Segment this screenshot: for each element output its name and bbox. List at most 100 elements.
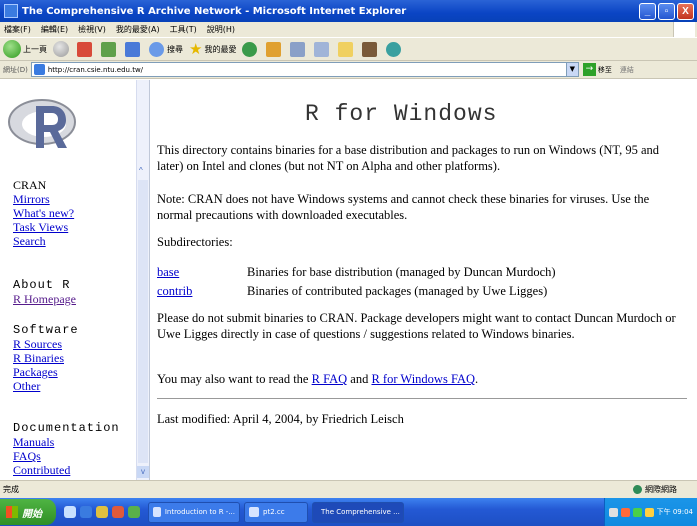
task-button[interactable]: Introduction to R -... <box>148 501 240 523</box>
menu-file[interactable]: 檔案(F) <box>4 24 31 35</box>
task-button[interactable]: pt2.cc <box>244 501 308 523</box>
nav-heading: CRAN <box>13 178 47 192</box>
horizontal-rule <box>157 398 687 399</box>
frame-divider[interactable] <box>149 80 150 480</box>
nav-link-r-binaries[interactable]: R Binaries <box>13 351 79 365</box>
back-label: 上一頁 <box>23 44 47 54</box>
history-button[interactable] <box>266 41 284 57</box>
r-windows-faq-link[interactable]: R for Windows FAQ <box>371 372 475 386</box>
stop-icon <box>77 41 92 57</box>
media-quick-icon[interactable] <box>112 506 124 518</box>
subdir-desc: Binaries for base distribution (managed … <box>247 265 556 279</box>
subdir-desc: Binaries of contributed packages (manage… <box>247 284 548 298</box>
globe-icon <box>633 485 642 494</box>
nav-link-r-sources[interactable]: R Sources <box>13 337 79 351</box>
scroll-up-icon[interactable]: ^ <box>139 166 143 175</box>
tray-icon[interactable] <box>620 507 630 517</box>
links-button[interactable]: 連結 <box>620 65 634 75</box>
faq-paragraph: You may also want to read the R FAQ and … <box>157 371 687 387</box>
window-icon <box>153 507 161 517</box>
note-paragraph: Note: CRAN does not have Windows systems… <box>157 192 650 222</box>
nav-link-contributed[interactable]: Contributed <box>13 463 120 477</box>
tray-icon[interactable] <box>644 507 654 517</box>
minimize-button[interactable]: _ <box>639 2 656 20</box>
address-box[interactable]: ▼ <box>30 62 579 77</box>
folder-icon[interactable] <box>96 506 108 518</box>
title-bar: The Comprehensive R Archive Network - Mi… <box>0 0 697 22</box>
address-input[interactable] <box>47 65 566 74</box>
page-title: R for Windows <box>305 101 498 127</box>
refresh-button[interactable] <box>101 41 119 57</box>
back-button[interactable]: 上一頁 <box>3 40 47 58</box>
nav-heading: About R <box>13 278 71 292</box>
media-icon <box>242 41 258 57</box>
mail-button[interactable] <box>290 41 308 57</box>
history-icon <box>266 41 282 57</box>
mail-icon <box>290 41 306 57</box>
taskbar: 開始 Introduction to R -... pt2.cc The Com… <box>0 498 697 526</box>
home-icon <box>125 41 140 57</box>
tray-icon[interactable] <box>608 507 618 517</box>
subdir-row: contrib Binaries of contributed packages… <box>157 283 547 299</box>
subdir-link-base[interactable]: base <box>157 264 247 280</box>
nav-link-faqs[interactable]: FAQs <box>13 449 120 463</box>
star-icon: ★ <box>189 40 203 58</box>
back-arrow-icon <box>3 40 21 58</box>
r-faq-link[interactable]: R FAQ <box>312 372 348 386</box>
menu-bar: 檔案(F) 編輯(E) 檢視(V) 我的最愛(A) 工具(T) 說明(H) <box>0 22 697 37</box>
nav-link-whats-new[interactable]: What's new? <box>13 206 74 220</box>
edit-button[interactable] <box>338 41 356 57</box>
address-dropdown-icon[interactable]: ▼ <box>565 63 578 76</box>
nav-scrollbar[interactable]: ^ v <box>136 80 149 480</box>
media-button[interactable] <box>242 41 260 57</box>
discuss-button[interactable] <box>362 41 380 57</box>
system-tray: 下午 09:04 <box>603 498 697 526</box>
clock: 下午 09:04 <box>656 508 693 516</box>
refresh-icon <box>101 41 116 57</box>
messenger-button[interactable] <box>386 41 404 57</box>
nav-link-search[interactable]: Search <box>13 234 74 248</box>
forward-button[interactable] <box>53 41 71 57</box>
nav-link-other[interactable]: Other <box>13 379 79 393</box>
page-icon <box>33 64 45 75</box>
task-label: Introduction to R -... <box>164 508 235 516</box>
last-modified: Last modified: April 4, 2004, by Friedri… <box>157 412 404 426</box>
scroll-thumb[interactable] <box>138 180 148 463</box>
print-button[interactable] <box>314 41 332 57</box>
stop-button[interactable] <box>77 41 95 57</box>
favorites-button[interactable]: ★ 我的最愛 <box>189 40 236 58</box>
subdir-link-contrib[interactable]: contrib <box>157 283 247 299</box>
task-button-active[interactable]: The Comprehensive ... <box>312 501 404 523</box>
menu-edit[interactable]: 編輯(E) <box>41 24 68 35</box>
toolbar: 上一頁 搜尋 ★ 我的最愛 <box>0 37 697 61</box>
go-button[interactable]: → 移至 <box>582 63 612 76</box>
nav-link-task-views[interactable]: Task Views <box>13 220 74 234</box>
nav-link-mirrors[interactable]: Mirrors <box>13 192 74 206</box>
nav-heading: Software <box>13 323 79 337</box>
tray-icon[interactable] <box>632 507 642 517</box>
menu-help[interactable]: 說明(H) <box>207 24 235 35</box>
search-icon <box>149 41 164 57</box>
search-button[interactable]: 搜尋 <box>149 41 183 57</box>
maximize-button[interactable]: ▫ <box>658 2 675 20</box>
address-bar: 網址(D) ▼ → 移至 連結 <box>0 61 697 79</box>
desktop-icon[interactable] <box>64 506 76 518</box>
nav-link-r-homepage[interactable]: R Homepage <box>13 292 76 306</box>
window-icon <box>249 507 259 517</box>
nav-link-manuals[interactable]: Manuals <box>13 435 120 449</box>
menu-view[interactable]: 檢視(V) <box>78 24 106 35</box>
nav-link-packages[interactable]: Packages <box>13 365 79 379</box>
scroll-down-icon[interactable]: v <box>137 466 149 478</box>
messenger-icon <box>386 41 402 57</box>
menu-favorites[interactable]: 我的最愛(A) <box>116 24 160 35</box>
app-quick-icon[interactable] <box>128 506 140 518</box>
menu-tools[interactable]: 工具(T) <box>170 24 197 35</box>
ie-quick-icon[interactable] <box>80 506 92 518</box>
faq-suffix: . <box>475 372 479 386</box>
home-button[interactable] <box>125 41 143 57</box>
close-button[interactable]: X <box>677 2 694 20</box>
go-arrow-icon: → <box>582 63 596 76</box>
go-label: 移至 <box>597 65 612 74</box>
start-button[interactable]: 開始 <box>0 499 56 525</box>
forward-arrow-icon <box>53 41 69 57</box>
